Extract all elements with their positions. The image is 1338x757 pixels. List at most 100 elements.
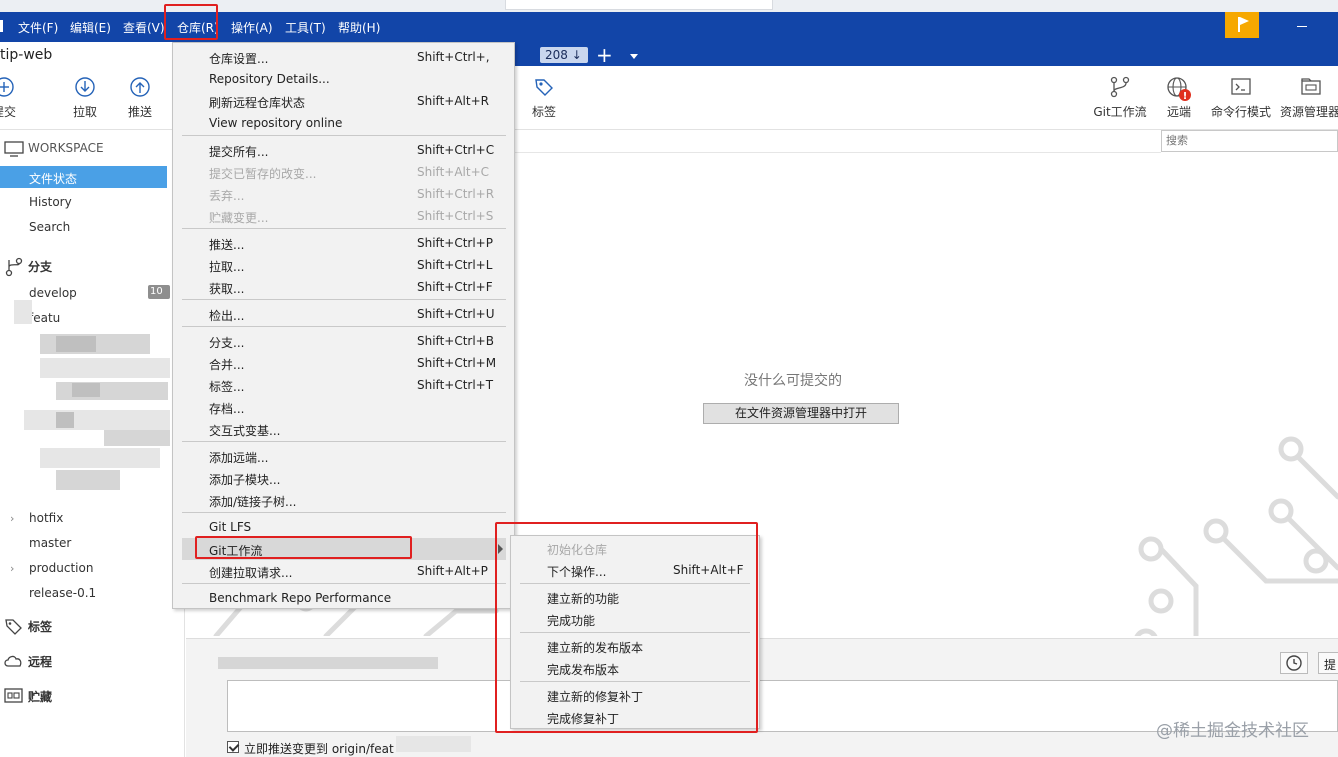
author-redacted (218, 657, 438, 669)
menu-item-repo-details[interactable]: Repository Details... (182, 68, 506, 90)
menu-item-repo-settings[interactable]: 仓库设置... Shift+Ctrl+, (182, 46, 506, 68)
menu-item-shortcut: Shift+Ctrl+, (417, 50, 490, 64)
menu-item-fetch[interactable]: 获取... Shift+Ctrl+F (182, 276, 506, 298)
globe-icon: ! (1167, 77, 1191, 102)
menu-item-view-online[interactable]: View repository online (182, 112, 506, 134)
redacted-block (24, 410, 170, 430)
menu-item-tag[interactable]: 标签... Shift+Ctrl+T (182, 374, 506, 396)
develop-ahead-badge: 10 (148, 285, 170, 299)
menu-item-merge[interactable]: 合并... Shift+Ctrl+M (182, 352, 506, 374)
redacted-block (40, 358, 170, 378)
cloud-icon (4, 655, 22, 667)
terminal-button[interactable]: 命令行模式 (1208, 76, 1274, 120)
explorer-button[interactable]: 资源管理器 (1280, 76, 1338, 120)
menu-actions[interactable]: 操作(A) (231, 19, 273, 36)
svg-text:!: ! (1183, 91, 1188, 102)
menu-item-label: 获取... (209, 282, 245, 296)
menu-item-label: 贮藏变更... (209, 211, 269, 225)
sidebar-branch-hotfix[interactable]: › hotfix (0, 507, 167, 529)
repo-tab[interactable]: tip-web (0, 42, 185, 68)
open-in-explorer-button[interactable]: 在文件资源管理器中打开 (703, 403, 899, 424)
menu-item-shortcut: Shift+Ctrl+P (417, 236, 493, 250)
sidebar-item-history[interactable]: History (0, 191, 167, 213)
tag-button[interactable]: 标签 (527, 76, 561, 120)
tag-label: 标签 (531, 105, 556, 119)
menu-separator (182, 583, 506, 584)
sidebar-branch-master[interactable]: master (0, 532, 167, 554)
menu-item-git-lfs[interactable]: Git LFS (182, 516, 506, 538)
redacted-block (56, 336, 96, 352)
history-clock-button[interactable] (1280, 652, 1308, 674)
menu-item-checkout[interactable]: 检出... Shift+Ctrl+U (182, 303, 506, 325)
sidebar-section-tags-label: 标签 (28, 620, 53, 634)
commit-button-fragment[interactable]: 提 (1318, 652, 1338, 674)
menu-item-add-remote[interactable]: 添加远端... (182, 445, 506, 467)
menu-item-add-subtree[interactable]: 添加/链接子树... (182, 489, 506, 511)
sidebar-item-label: develop (29, 286, 77, 300)
sidebar-item-search[interactable]: Search (0, 216, 167, 238)
sidebar-item-label: 文件状态 (29, 172, 78, 186)
push-button[interactable]: 推送 (123, 76, 157, 120)
annotation-box-git-flow-item (195, 536, 412, 559)
menu-item-push[interactable]: 推送... Shift+Ctrl+P (182, 232, 506, 254)
repository-menu: 仓库设置... Shift+Ctrl+, Repository Details..… (172, 42, 515, 609)
empty-state-message: 没什么可提交的 (744, 373, 842, 389)
menu-item-label: 分支... (209, 336, 245, 350)
menu-item-commit-staged: 提交已暂存的改变... Shift+Alt+C (182, 161, 506, 183)
menu-item-branch[interactable]: 分支... Shift+Ctrl+B (182, 330, 506, 352)
redacted-block (40, 448, 160, 468)
menu-item-interactive-rebase[interactable]: 交互式变基... (182, 418, 506, 440)
menu-item-discard: 丢弃... Shift+Ctrl+R (182, 183, 506, 205)
menu-item-shortcut: Shift+Alt+R (417, 94, 489, 108)
flag-button[interactable] (1225, 12, 1259, 38)
sidebar-item-label: History (29, 195, 72, 209)
gitflow-button[interactable]: Git工作流 (1090, 76, 1150, 120)
minimize-icon[interactable] (1297, 26, 1307, 27)
menu-item-label: 交互式变基... (209, 424, 281, 438)
menu-item-label: 添加远端... (209, 451, 269, 465)
menu-item-shortcut: Shift+Ctrl+M (417, 356, 497, 370)
menu-item-shortcut: Shift+Ctrl+B (417, 334, 494, 348)
tag-icon (535, 79, 553, 96)
menu-edit[interactable]: 编辑(E) (70, 19, 111, 36)
push-icon (130, 77, 150, 97)
menu-item-label: 创建拉取请求... (209, 566, 293, 580)
sidebar-item-label: master (29, 536, 72, 550)
remote-button[interactable]: ! 远端 (1162, 76, 1196, 120)
app-icon-fragment (0, 20, 3, 32)
menu-tools[interactable]: 工具(T) (285, 19, 326, 36)
menu-help[interactable]: 帮助(H) (338, 19, 380, 36)
menu-item-benchmark[interactable]: Benchmark Repo Performance (182, 587, 506, 609)
checkbox-checked-icon[interactable] (227, 741, 239, 753)
remote-label: 远端 (1166, 105, 1191, 119)
menu-item-label: 合并... (209, 358, 245, 372)
menu-item-shortcut: Shift+Ctrl+R (417, 187, 495, 201)
redacted-block (56, 470, 120, 490)
menu-item-refresh-remote[interactable]: 刷新远程仓库状态 Shift+Alt+R (182, 90, 506, 112)
menu-item-add-submodule[interactable]: 添加子模块... (182, 467, 506, 489)
menu-item-label: Repository Details... (209, 72, 330, 86)
new-tab-button[interactable]: + (596, 42, 613, 68)
commit-button[interactable]: 提交 (0, 76, 20, 120)
chevron-right-icon[interactable]: › (10, 562, 14, 575)
pull-button[interactable]: 拉取 (68, 76, 102, 120)
terminal-icon (1231, 78, 1251, 95)
sidebar-item-label: hotfix (29, 511, 64, 525)
sidebar-item-file-status[interactable]: 文件状态 (0, 166, 167, 188)
tab-dropdown-icon[interactable] (630, 54, 638, 59)
menu-item-commit-all[interactable]: 提交所有... Shift+Ctrl+C (182, 139, 506, 161)
menu-item-pull[interactable]: 拉取... Shift+Ctrl+L (182, 254, 506, 276)
menu-item-archive[interactable]: 存档... (182, 396, 506, 418)
menu-separator (182, 326, 506, 327)
pull-label: 拉取 (72, 105, 97, 119)
chevron-right-icon[interactable]: › (10, 512, 14, 525)
menu-file[interactable]: 文件(F) (18, 19, 58, 36)
menu-item-create-pull-request[interactable]: 创建拉取请求... Shift+Alt+P (182, 560, 506, 582)
menu-separator (182, 135, 506, 136)
sidebar-branch-release[interactable]: release-0.1 (0, 582, 167, 604)
sidebar-branch-production[interactable]: › production (0, 557, 167, 579)
menu-view[interactable]: 查看(V) (123, 19, 165, 36)
explorer-label: 资源管理器 (1280, 105, 1338, 119)
flag-icon-cloth (1240, 17, 1249, 25)
menu-item-label: 检出... (209, 309, 245, 323)
